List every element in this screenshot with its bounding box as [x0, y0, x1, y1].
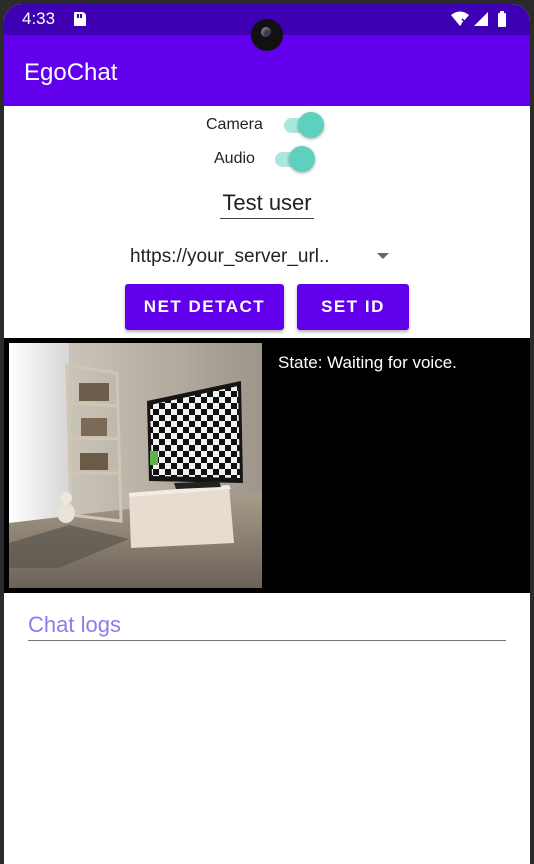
audio-switch-thumb [289, 146, 315, 172]
net-detect-button[interactable]: NET DETACT [125, 284, 284, 330]
camera-preview [9, 343, 262, 588]
battery-icon [498, 11, 506, 27]
camera-switch[interactable] [284, 111, 324, 139]
chat-logs-hint: Chat logs [28, 612, 121, 637]
audio-label: Audio [214, 150, 255, 167]
wifi-icon [451, 11, 469, 26]
front-camera-cutout [251, 19, 283, 51]
chat-logs-field[interactable]: Chat logs [28, 608, 506, 641]
video-panel: State: Waiting for voice. [4, 338, 530, 593]
set-id-button[interactable]: SET ID [297, 284, 409, 330]
dropdown-arrow-icon [377, 253, 389, 259]
app-title: EgoChat [24, 59, 118, 86]
status-time: 4:33 [22, 9, 56, 28]
user-id-input[interactable]: Test user [220, 190, 314, 219]
camera-toggle-row: Camera [206, 111, 326, 139]
camera-switch-thumb [298, 112, 324, 138]
audio-toggle-row: Audio [214, 145, 324, 173]
status-icons [451, 11, 506, 27]
signal-icon [474, 12, 488, 26]
app-screen: 4:33 EgoChat Camera Audio Test user http… [4, 4, 530, 864]
state-text: State: Waiting for voice. [278, 353, 457, 372]
sd-card-icon [74, 12, 86, 26]
server-url-value: https://your_server_url.. [130, 246, 330, 267]
camera-label: Camera [206, 116, 263, 133]
audio-switch[interactable] [275, 145, 315, 173]
server-url-spinner[interactable]: https://your_server_url.. [130, 243, 410, 271]
